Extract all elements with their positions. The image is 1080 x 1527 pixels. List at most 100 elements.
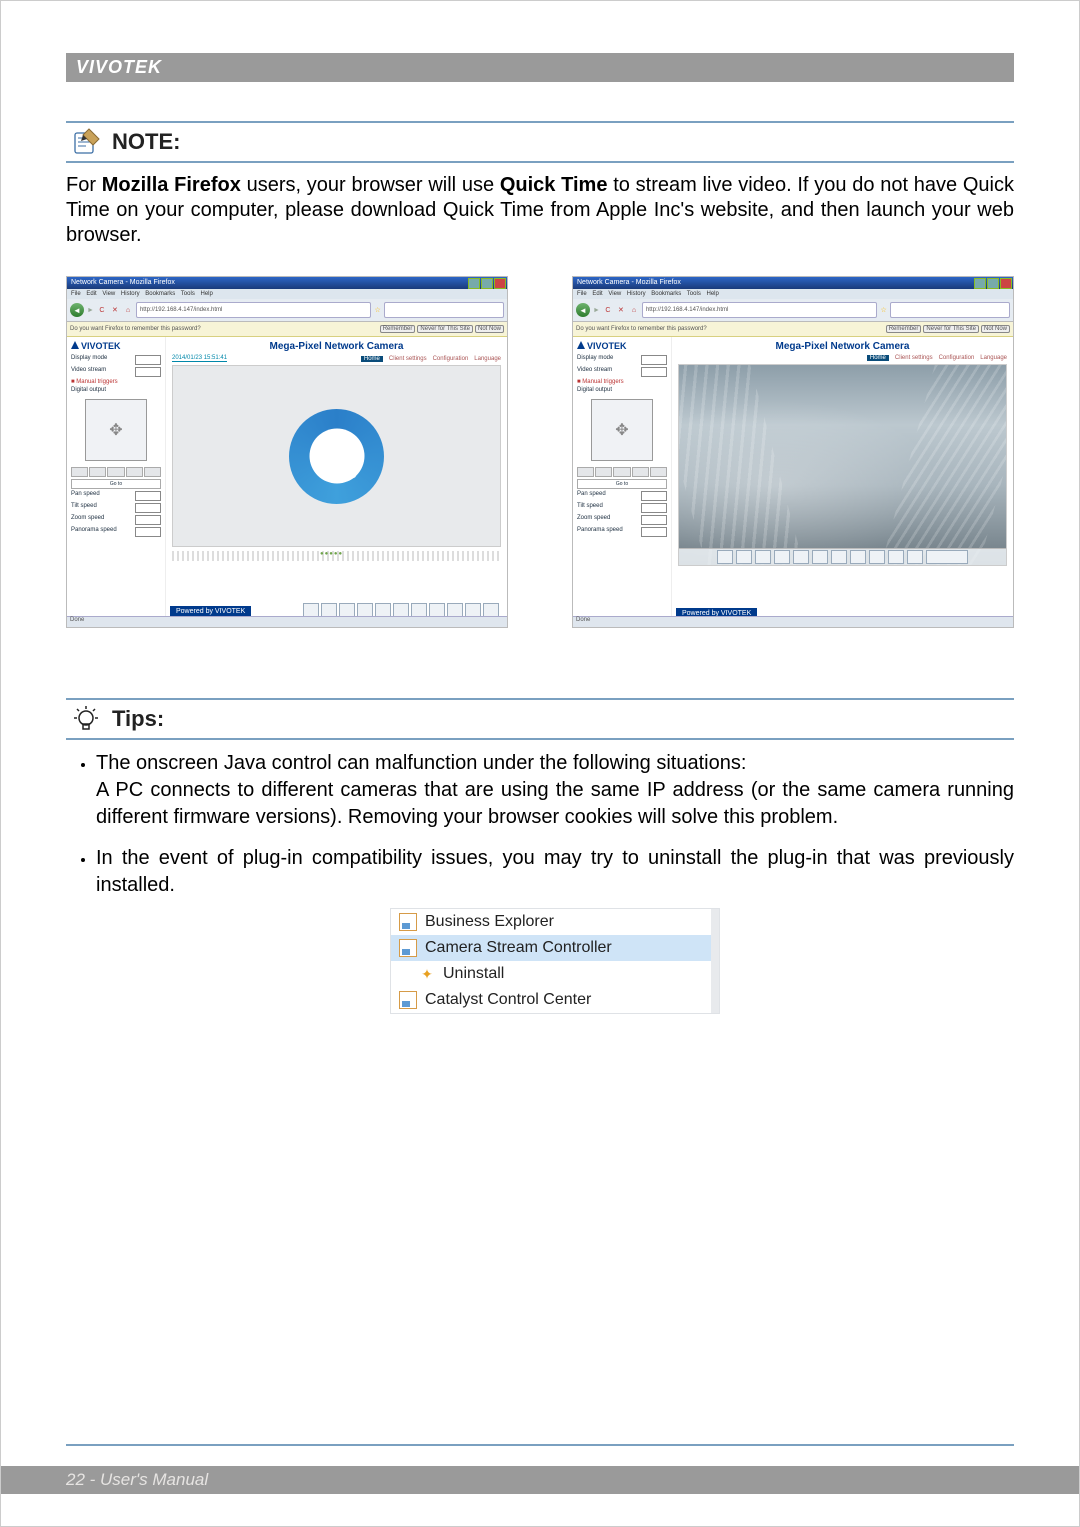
url-bar[interactable]: http://192.168.4.147/index.html (136, 302, 372, 318)
notnow-button[interactable]: Not Now (981, 325, 1010, 333)
goto-select[interactable]: Go to (71, 479, 161, 489)
status-bar: Done (573, 616, 1013, 627)
nav-fwd-icon[interactable]: ► (87, 307, 94, 314)
sel-tilt[interactable] (135, 503, 161, 513)
screenshot-live-video: Network Camera - Mozilla Firefox File Ed… (572, 276, 1014, 628)
sel-display-mode[interactable] (641, 355, 667, 365)
lbl-zoom: Zoom speed (71, 515, 104, 525)
star-icon[interactable]: ☆ (880, 306, 886, 314)
tip-1-line-2: A PC connects to different cameras that … (96, 779, 1014, 828)
link-home[interactable]: Home (867, 355, 889, 361)
never-button[interactable]: Never for This Site (923, 325, 979, 333)
goto-select[interactable]: Go to (577, 479, 667, 489)
note-paragraph: For Mozilla Firefox users, your browser … (66, 173, 1014, 248)
nav-stop-icon[interactable]: ✕ (110, 305, 120, 315)
remember-button[interactable]: Remember (886, 325, 922, 333)
video-timestamp: 2014/01/23 15:51:41 (172, 355, 227, 362)
link-lang[interactable]: Language (980, 355, 1007, 361)
ptz-buttons[interactable] (577, 467, 667, 477)
folder-icon (399, 939, 417, 957)
lbl-display-mode: Display mode (577, 355, 613, 365)
infobar-msg: Do you want Firefox to remember this pas… (70, 326, 201, 332)
note-bold-quicktime: Quick Time (500, 174, 608, 196)
notnow-button[interactable]: Not Now (475, 325, 504, 333)
window-buttons[interactable] (974, 278, 1012, 289)
browser-menubar[interactable]: File Edit View History Bookmarks Tools H… (573, 289, 1013, 299)
sel-panorama[interactable] (641, 527, 667, 537)
link-client[interactable]: Client settings (389, 356, 427, 362)
star-icon[interactable]: ☆ (374, 306, 380, 314)
camera-page-title: Mega-Pixel Network Camera (678, 341, 1007, 352)
menu-item-business-explorer[interactable]: Business Explorer (391, 909, 711, 935)
tips-icon (66, 704, 106, 734)
sel-zoom[interactable] (641, 515, 667, 525)
tip-2-line-1: In the event of plug-in compatibility is… (96, 847, 1014, 896)
link-client[interactable]: Client settings (895, 355, 933, 361)
remember-button[interactable]: Remember (380, 325, 416, 333)
lbl-manual-triggers: ■ Manual triggers (577, 379, 667, 385)
vivotek-logo: VIVOTEK (577, 341, 667, 351)
lbl-video-stream: Video stream (71, 367, 106, 377)
lbl-digital-output: Digital output (577, 387, 612, 393)
camera-left-panel: VIVOTEK Display mode Video stream ■ Manu… (67, 337, 166, 627)
video-area-live (678, 364, 1007, 566)
sel-zoom[interactable] (135, 515, 161, 525)
sel-display-mode[interactable] (135, 355, 161, 365)
sel-pan[interactable] (135, 491, 161, 501)
link-home[interactable]: Home (361, 356, 383, 362)
ptz-buttons[interactable] (71, 467, 161, 477)
menu-label: Catalyst Control Center (425, 989, 591, 1011)
uninstall-menu: Business Explorer Camera Stream Controll… (391, 909, 719, 1013)
window-title: Network Camera - Mozilla Firefox (71, 279, 175, 286)
nav-reload-icon[interactable]: C (97, 305, 107, 315)
tip-1-line-1: The onscreen Java control can malfunctio… (96, 752, 746, 774)
page-footer: 22 - User's Manual (1, 1466, 1079, 1494)
note-bold-firefox: Mozilla Firefox (102, 174, 241, 196)
ptz-pad[interactable] (85, 399, 147, 461)
video-toolbar[interactable] (679, 548, 1006, 565)
sel-video-stream[interactable] (135, 367, 161, 377)
search-field[interactable] (890, 302, 1010, 318)
nav-back-icon[interactable]: ◄ (576, 303, 590, 317)
search-field[interactable] (384, 302, 504, 318)
tip-item-2: In the event of plug-in compatibility is… (96, 845, 1014, 1013)
menu-item-catalyst[interactable]: Catalyst Control Center (391, 987, 711, 1013)
remember-password-bar: Do you want Firefox to remember this pas… (573, 322, 1013, 337)
nav-home-icon[interactable]: ⌂ (123, 305, 133, 315)
nav-home-icon[interactable]: ⌂ (629, 305, 639, 315)
note-callout: NOTE: (66, 121, 1014, 163)
infobar-msg: Do you want Firefox to remember this pas… (576, 326, 707, 332)
video-area-loading (172, 365, 501, 547)
nav-fwd-icon[interactable]: ► (593, 307, 600, 314)
tips-callout: Tips: (66, 698, 1014, 740)
note-icon (66, 127, 106, 157)
sel-video-stream[interactable] (641, 367, 667, 377)
star-icon: ✦ (419, 966, 435, 982)
menu-item-camera-stream-controller[interactable]: Camera Stream Controller (391, 935, 711, 961)
nav-stop-icon[interactable]: ✕ (616, 305, 626, 315)
url-bar[interactable]: http://192.168.4.147/index.html (642, 302, 878, 318)
sel-pan[interactable] (641, 491, 667, 501)
never-button[interactable]: Never for This Site (417, 325, 473, 333)
menu-label: Camera Stream Controller (425, 937, 612, 959)
sel-tilt[interactable] (641, 503, 667, 513)
nav-reload-icon[interactable]: C (603, 305, 613, 315)
lbl-manual-triggers: ■ Manual triggers (71, 379, 161, 385)
ptz-pad[interactable] (591, 399, 653, 461)
window-titlebar: Network Camera - Mozilla Firefox (67, 277, 507, 289)
link-config[interactable]: Configuration (433, 356, 469, 362)
remember-password-bar: Do you want Firefox to remember this pas… (67, 322, 507, 337)
lbl-zoom: Zoom speed (577, 515, 610, 525)
sel-panorama[interactable] (135, 527, 161, 537)
camera-left-panel: VIVOTEK Display mode Video stream ■ Manu… (573, 337, 672, 627)
note-title: NOTE: (112, 129, 180, 155)
nav-back-icon[interactable]: ◄ (70, 303, 84, 317)
bottom-rule (66, 1444, 1014, 1446)
browser-menubar[interactable]: File Edit View History Bookmarks Tools H… (67, 289, 507, 299)
link-config[interactable]: Configuration (939, 355, 975, 361)
menu-item-uninstall[interactable]: ✦ Uninstall (391, 961, 711, 987)
window-buttons[interactable] (468, 278, 506, 289)
lbl-pan: Pan speed (577, 491, 606, 501)
lbl-digital-output: Digital output (71, 387, 106, 393)
link-lang[interactable]: Language (474, 356, 501, 362)
